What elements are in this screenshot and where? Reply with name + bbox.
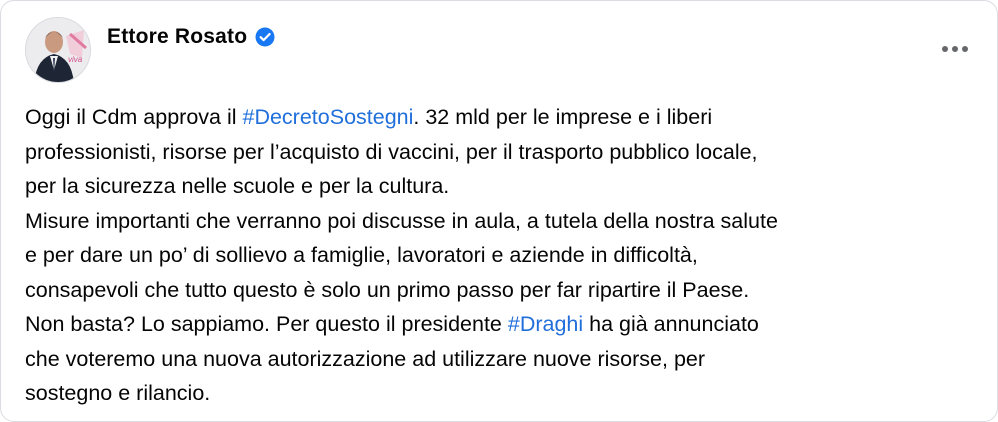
verified-badge-icon	[255, 27, 275, 47]
post-text-segment: . 32 mld per le imprese e i liberi	[413, 105, 713, 129]
more-options-icon-dot	[962, 46, 968, 52]
post-line: consapevoli che tutto questo è solo un p…	[25, 277, 750, 302]
post-header: viva Ettore Rosato	[25, 17, 973, 87]
post-line: che voteremo una nuova autorizzazione ad…	[25, 346, 706, 371]
more-options-icon-dot	[952, 46, 958, 52]
post-text-segment: Oggi il Cdm approva il	[25, 105, 243, 129]
more-options-button[interactable]	[937, 37, 973, 61]
avatar-logo-text: viva	[68, 55, 83, 64]
hashtag-link[interactable]: #DecretoSostegni	[242, 105, 413, 129]
author-row: Ettore Rosato	[107, 25, 275, 49]
post-line: Misure importanti che verranno poi discu…	[25, 208, 778, 233]
avatar[interactable]: viva	[25, 17, 91, 83]
author-name[interactable]: Ettore Rosato	[107, 25, 247, 49]
post-line: per la sicurezza nelle scuole e per la c…	[25, 174, 450, 198]
avatar-image: viva	[26, 18, 90, 82]
post-line: professionisti, risorse per l’acquisto d…	[25, 139, 758, 164]
post-line: Non basta? Lo sappiamo. Per questo il pr…	[25, 307, 975, 342]
post-text: Oggi il Cdm approva il #DecretoSostegni.…	[25, 100, 975, 411]
hashtag-link[interactable]: #Draghi	[508, 312, 583, 336]
post-line: e per dare un po’ di sollievo a famiglie…	[25, 243, 698, 267]
more-options-icon	[942, 46, 948, 52]
post-text-segment: ha già annunciato	[583, 312, 759, 336]
post-text-segment: Non basta? Lo sappiamo. Per questo il pr…	[25, 312, 508, 336]
post-line: Oggi il Cdm approva il #DecretoSostegni.…	[25, 100, 975, 135]
post-line: sostegno e rilancio.	[25, 381, 211, 405]
post-card: viva Ettore Rosato Oggi il Cdm approva i…	[0, 0, 998, 422]
